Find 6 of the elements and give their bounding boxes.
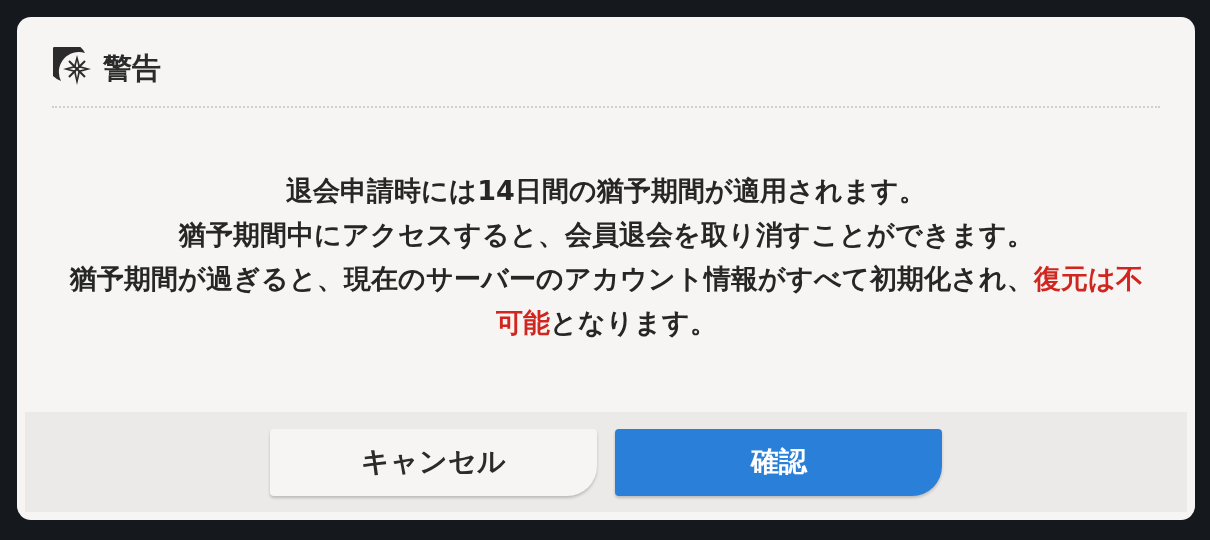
message-text: 猶予期間中にアクセスすると、会員退会を取り消すことができます。 xyxy=(177,218,1035,252)
dialog-title: 警告 xyxy=(103,50,161,87)
message-text: 退会申請時には14日間の猶予期間が適用されます。 xyxy=(285,174,927,208)
message-text: 猶予期間が過ぎると、現在のサーバーのアカウント情報がすべて初期化され、復元は不可能となります。 xyxy=(68,262,1144,340)
confirm-button[interactable]: 確認 xyxy=(615,428,942,496)
cancel-button[interactable]: キャンセル xyxy=(270,428,597,496)
